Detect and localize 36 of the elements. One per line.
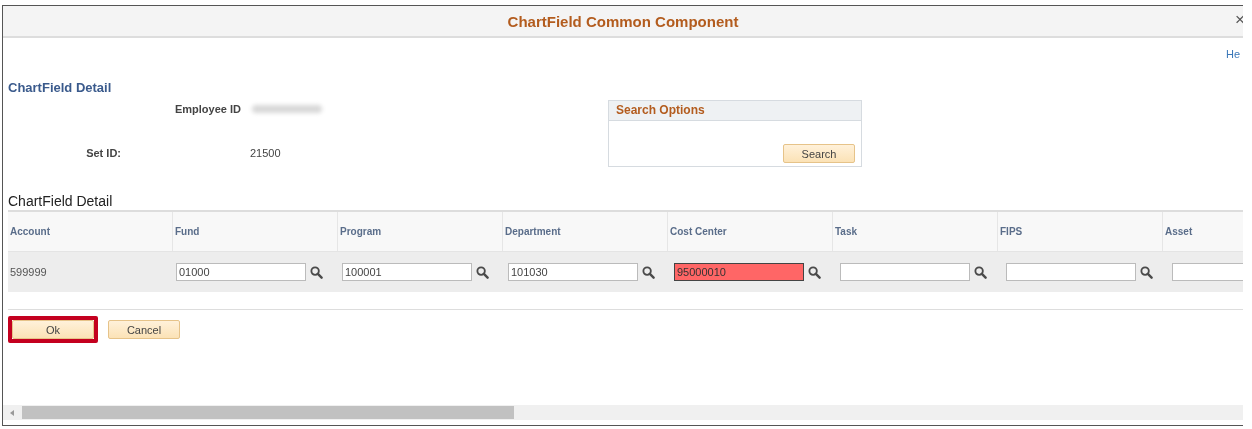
input-field[interactable]: [840, 263, 970, 281]
dialog-button[interactable]: Cancel: [108, 320, 180, 339]
horizontal-scrollbar[interactable]: [3, 405, 1243, 420]
grid-title: ChartField Detail: [8, 193, 114, 209]
scroll-thumb[interactable]: [22, 406, 514, 419]
column-header: Department: [503, 212, 668, 251]
dialog-button[interactable]: Ok: [12, 320, 94, 339]
field-value: 21500: [250, 147, 281, 159]
search-icon[interactable]: [974, 265, 987, 279]
page-title: ChartField Detail: [8, 80, 113, 95]
search-icon[interactable]: [476, 265, 489, 279]
search-icon[interactable]: [642, 265, 655, 279]
field-label: Employee ID: [173, 103, 241, 115]
column-header: FIPS: [998, 212, 1163, 251]
column-header: Asset: [1163, 212, 1243, 251]
input-field[interactable]: 100001: [342, 263, 472, 281]
search-icon[interactable]: [808, 265, 821, 279]
column-header: Cost Center: [668, 212, 833, 251]
blurred-value: [252, 105, 322, 113]
search-icon[interactable]: [1140, 265, 1153, 279]
input-field[interactable]: 95000010: [674, 263, 804, 281]
panel-header: Search Options: [609, 101, 861, 121]
input-field[interactable]: 01000: [176, 263, 306, 281]
help-link[interactable]: He: [1225, 48, 1240, 60]
column-header: Task: [833, 212, 998, 251]
column-header: Program: [338, 212, 503, 251]
search-icon[interactable]: [310, 265, 323, 279]
column-header: Account: [8, 212, 173, 251]
window-title: ChartField Common Component: [507, 12, 739, 30]
table-cell-text: 599999: [9, 265, 48, 280]
close-button[interactable]: ×: [1235, 12, 1243, 28]
field-label: Set ID:: [85, 147, 121, 159]
input-field[interactable]: 101030: [508, 263, 638, 281]
input-field[interactable]: [1006, 263, 1136, 281]
search-button[interactable]: Search: [783, 144, 855, 163]
column-header: Fund: [173, 212, 338, 251]
